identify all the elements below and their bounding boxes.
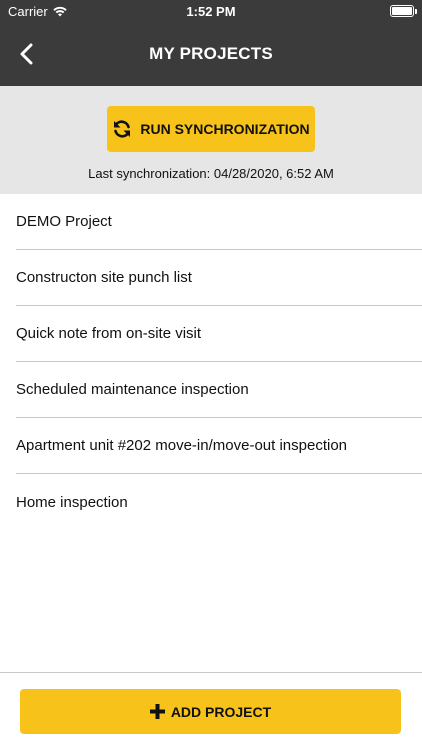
status-time: 1:52 PM	[186, 4, 236, 19]
sync-button-label: RUN SYNCHRONIZATION	[140, 121, 310, 137]
add-project-label: ADD PROJECT	[170, 703, 272, 720]
project-item-apartment[interactable]: Apartment unit #202 move-in/move-out ins…	[16, 418, 422, 474]
page-title: MY PROJECTS	[149, 44, 273, 63]
project-item-quick-note[interactable]: Quick note from on-site visit	[16, 306, 422, 362]
sync-icon	[114, 120, 131, 138]
project-list: DEMO Project Constructon site punch list…	[0, 194, 422, 530]
nav-bar: MY PROJECTS	[0, 22, 422, 86]
project-item-punch-list[interactable]: Constructon site punch list	[16, 250, 422, 306]
project-item-demo[interactable]: DEMO Project	[16, 194, 422, 250]
status-bar: Carrier 1:52 PM	[0, 0, 422, 22]
project-item-maintenance[interactable]: Scheduled maintenance inspection	[16, 362, 422, 418]
sync-panel: RUN SYNCHRONIZATION Last synchronization…	[0, 86, 422, 194]
battery-icon	[390, 5, 417, 17]
plus-icon	[149, 704, 165, 719]
add-project-button[interactable]: ADD PROJECT	[20, 689, 401, 734]
footer-divider	[0, 672, 422, 673]
run-synchronization-button[interactable]: RUN SYNCHRONIZATION	[107, 106, 315, 152]
battery-level	[392, 7, 412, 15]
last-sync-text: Last synchronization: 04/28/2020, 6:52 A…	[88, 166, 334, 181]
project-item-home-inspection[interactable]: Home inspection	[16, 474, 422, 530]
